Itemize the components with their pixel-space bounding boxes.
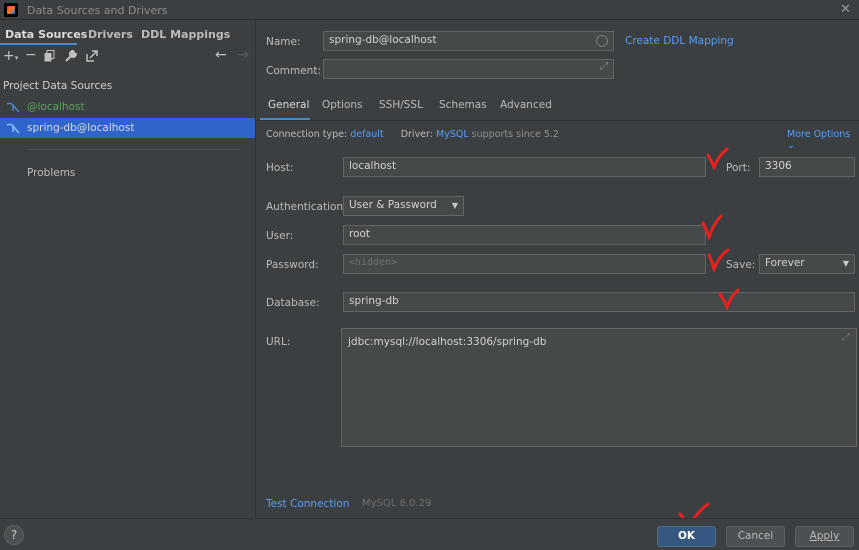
host-field[interactable]: localhost: [343, 157, 706, 177]
database-label: Database:: [266, 297, 320, 309]
dropdown-arrow-icon: ▼: [842, 259, 849, 268]
port-field[interactable]: 3306: [759, 157, 855, 177]
url-value: jdbc:mysql://localhost:3306/spring-db: [348, 336, 547, 348]
name-value: spring-db@localhost: [329, 34, 437, 46]
close-icon[interactable]: ✕: [840, 2, 851, 17]
annotation-check-icon: [718, 288, 740, 310]
url-field[interactable]: jdbc:mysql://localhost:3306/spring-db ⤢: [341, 328, 857, 447]
back-icon[interactable]: ←: [215, 47, 227, 63]
left-panel: [0, 21, 256, 518]
navigate-icon[interactable]: [86, 50, 98, 65]
problems-item[interactable]: Problems: [27, 167, 75, 179]
app-icon: [4, 3, 18, 17]
add-icon[interactable]: +▾: [3, 48, 18, 64]
expand-icon[interactable]: ⤢: [600, 61, 608, 72]
divider: [26, 149, 240, 150]
user-label: User:: [266, 230, 294, 242]
more-options-label: More Options: [787, 129, 851, 140]
create-ddl-mapping-link[interactable]: Create DDL Mapping: [625, 35, 734, 47]
driver-label: Driver:: [400, 129, 433, 140]
more-options-link[interactable]: More Options ⌄: [787, 129, 859, 151]
list-item-spring-db[interactable]: spring-db@localhost: [0, 118, 255, 138]
mysql-icon: [6, 102, 20, 113]
apply-button[interactable]: Apply: [795, 526, 854, 547]
comment-field[interactable]: ⤢: [323, 59, 614, 79]
forward-icon[interactable]: →: [237, 47, 249, 63]
tab-advanced[interactable]: Advanced: [500, 99, 552, 111]
title-bar: Data Sources and Drivers ✕: [0, 0, 859, 20]
save-label: Save:: [726, 259, 756, 271]
active-tab-indicator: [0, 43, 77, 45]
annotation-check-icon: [707, 248, 730, 272]
save-value: Forever: [765, 257, 805, 269]
help-button[interactable]: ?: [4, 525, 24, 545]
host-label: Host:: [266, 162, 294, 174]
password-field[interactable]: <hidden>: [343, 254, 706, 274]
url-label: URL:: [266, 336, 291, 348]
wrench-icon[interactable]: [65, 49, 78, 65]
driver-link[interactable]: MySQL: [436, 129, 469, 140]
chevron-down-icon: ⌄: [787, 140, 795, 151]
section-title: Project Data Sources: [3, 80, 113, 92]
connection-type-link[interactable]: default: [350, 129, 383, 140]
database-field[interactable]: spring-db: [343, 292, 855, 312]
dropdown-arrow-icon: ▼: [451, 201, 458, 210]
driver-note: supports since 5.2: [471, 129, 559, 140]
duplicate-icon[interactable]: [44, 50, 55, 65]
authentication-value: User & Password: [349, 199, 437, 211]
annotation-check-icon: [701, 214, 723, 240]
password-label: Password:: [266, 259, 319, 271]
authentication-select[interactable]: User & Password ▼: [343, 196, 464, 216]
tab-data-sources[interactable]: Data Sources: [5, 28, 87, 41]
tab-ssh-ssl[interactable]: SSH/SSL: [379, 99, 423, 111]
connection-type-label: Connection type:: [266, 129, 348, 140]
comment-label: Comment:: [266, 65, 321, 77]
test-connection-link[interactable]: Test Connection: [266, 498, 349, 510]
tab-drivers[interactable]: Drivers: [88, 28, 133, 41]
cancel-button[interactable]: Cancel: [726, 526, 785, 547]
name-label: Name:: [266, 36, 301, 48]
list-item-label: @localhost: [27, 101, 85, 113]
user-field[interactable]: root: [343, 225, 706, 245]
tab-options[interactable]: Options: [322, 99, 363, 111]
tab-divider: [257, 120, 859, 121]
annotation-check-icon: [706, 147, 729, 171]
ok-button[interactable]: OK: [657, 526, 716, 547]
window-title: Data Sources and Drivers: [27, 4, 168, 17]
port-label: Port:: [726, 162, 751, 174]
driver-version: MySQL 8.0.29: [362, 498, 432, 509]
list-item-label: spring-db@localhost: [27, 122, 135, 134]
tab-ddl-mappings[interactable]: DDL Mappings: [141, 28, 230, 41]
tab-schemas[interactable]: Schemas: [439, 99, 487, 111]
list-item-localhost[interactable]: @localhost: [0, 97, 255, 117]
color-picker-icon[interactable]: [596, 35, 608, 47]
connection-info: Connection type: default Driver: MySQL s…: [266, 129, 559, 140]
mysql-icon: [6, 123, 20, 134]
authentication-label: Authentication:: [266, 201, 347, 213]
remove-icon[interactable]: −: [25, 47, 37, 63]
tab-general[interactable]: General: [268, 99, 309, 111]
expand-icon[interactable]: ⤢: [842, 332, 850, 343]
name-field[interactable]: spring-db@localhost: [323, 31, 614, 51]
save-select[interactable]: Forever ▼: [759, 254, 855, 274]
